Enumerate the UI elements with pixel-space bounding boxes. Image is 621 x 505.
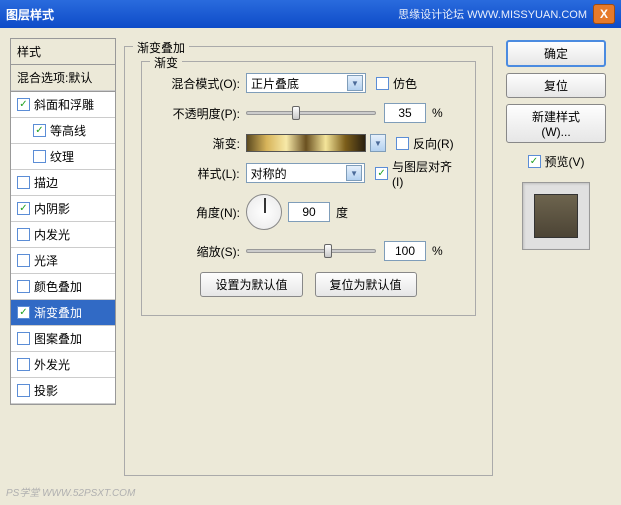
style-checkbox[interactable] — [17, 358, 30, 371]
make-default-button[interactable]: 设置为默认值 — [200, 272, 302, 297]
style-item-label: 渐变叠加 — [34, 304, 82, 321]
style-checkbox[interactable] — [17, 176, 30, 189]
style-item[interactable]: 投影 — [11, 378, 115, 404]
gradient-dropdown-icon[interactable]: ▼ — [370, 134, 386, 152]
style-item[interactable]: 图案叠加 — [11, 326, 115, 352]
blend-options-default[interactable]: 混合选项:默认 — [11, 65, 115, 91]
blend-mode-dropdown[interactable]: 正片叠底 ▼ — [246, 73, 366, 93]
style-checkbox[interactable] — [17, 384, 30, 397]
preview-box — [522, 182, 590, 250]
style-checkbox[interactable] — [33, 150, 46, 163]
styles-header: 样式 — [10, 38, 116, 65]
preview-checkbox[interactable]: ✓ — [528, 155, 541, 168]
style-checkbox[interactable] — [17, 228, 30, 241]
angle-label: 角度(N): — [154, 204, 240, 221]
style-item[interactable]: 纹理 — [11, 144, 115, 170]
style-item-label: 描边 — [34, 174, 58, 191]
sub-title: 渐变 — [150, 54, 182, 71]
style-item-label: 内阴影 — [34, 200, 70, 217]
style-value: 对称的 — [251, 165, 287, 182]
reset-default-button[interactable]: 复位为默认值 — [315, 272, 417, 297]
align-checkbox[interactable]: ✓ — [375, 167, 388, 180]
style-item-label: 外发光 — [34, 356, 70, 373]
close-icon: X — [600, 7, 608, 21]
styles-list: 混合选项:默认 — [10, 65, 116, 92]
scale-slider[interactable] — [246, 249, 376, 253]
title-bar: 图层样式 思缘设计论坛 WWW.MISSYUAN.COM X — [0, 0, 621, 28]
percent-label-2: % — [432, 244, 443, 258]
new-style-button[interactable]: 新建样式(W)... — [506, 104, 606, 143]
gradient-label: 渐变: — [154, 135, 240, 152]
style-item-label: 斜面和浮雕 — [34, 96, 94, 113]
styles-items: ✓ 斜面和浮雕 ✓ 等高线纹理描边 ✓ 内阴影内发光光泽颜色叠加 ✓ 渐变叠加图案叠加外发光投… — [10, 92, 116, 405]
ok-button[interactable]: 确定 — [506, 40, 606, 67]
right-column: 确定 复位 新建样式(W)... ✓ 预览(V) — [501, 38, 611, 476]
chevron-down-icon: ▼ — [347, 75, 363, 91]
style-dropdown[interactable]: 对称的 ▼ — [246, 163, 365, 183]
dither-label: 仿色 — [393, 75, 417, 92]
preview-label: 预览(V) — [545, 153, 585, 170]
style-label: 样式(L): — [154, 165, 240, 182]
blend-mode-label: 混合模式(O): — [154, 75, 240, 92]
preview-swatch — [534, 194, 578, 238]
style-checkbox[interactable]: ✓ — [17, 306, 30, 319]
angle-dial[interactable] — [246, 194, 282, 230]
align-label: 与图层对齐(I) — [392, 158, 463, 189]
window-title: 图层样式 — [6, 6, 398, 23]
style-item[interactable]: ✓ 内阴影 — [11, 196, 115, 222]
gradient-picker[interactable] — [246, 134, 366, 152]
style-item-label: 投影 — [34, 382, 58, 399]
angle-input[interactable] — [288, 202, 330, 222]
dither-checkbox[interactable] — [376, 77, 389, 90]
style-checkbox[interactable]: ✓ — [17, 98, 30, 111]
reverse-checkbox[interactable] — [396, 137, 409, 150]
style-item[interactable]: ✓ 斜面和浮雕 — [11, 92, 115, 118]
reverse-label: 反向(R) — [413, 135, 454, 152]
style-checkbox[interactable]: ✓ — [33, 124, 46, 137]
style-item-label: 图案叠加 — [34, 330, 82, 347]
style-checkbox[interactable] — [17, 332, 30, 345]
style-item-label: 纹理 — [50, 148, 74, 165]
site-label: 思缘设计论坛 WWW.MISSYUAN.COM — [398, 6, 587, 22]
style-item[interactable]: 外发光 — [11, 352, 115, 378]
style-item-label: 内发光 — [34, 226, 70, 243]
close-button[interactable]: X — [593, 4, 615, 24]
style-item[interactable]: 颜色叠加 — [11, 274, 115, 300]
chevron-down-icon: ▼ — [346, 165, 362, 181]
style-item-label: 等高线 — [50, 122, 86, 139]
watermark: PS学堂 WWW.52PSXT.COM — [6, 484, 135, 499]
style-item[interactable]: 内发光 — [11, 222, 115, 248]
opacity-label: 不透明度(P): — [154, 105, 240, 122]
style-item[interactable]: 描边 — [11, 170, 115, 196]
blend-mode-value: 正片叠底 — [251, 75, 299, 92]
degree-label: 度 — [336, 204, 348, 221]
style-item-label: 颜色叠加 — [34, 278, 82, 295]
opacity-slider[interactable] — [246, 111, 376, 115]
style-item[interactable]: ✓ 渐变叠加 — [11, 300, 115, 326]
percent-label: % — [432, 106, 443, 120]
cancel-button[interactable]: 复位 — [506, 73, 606, 98]
settings-panel: 渐变叠加 渐变 混合模式(O): 正片叠底 ▼ 仿色 不透明度(P): — [124, 38, 493, 476]
style-item[interactable]: 光泽 — [11, 248, 115, 274]
styles-column: 样式 混合选项:默认 ✓ 斜面和浮雕 ✓ 等高线纹理描边 ✓ 内阴影内发光光泽颜色叠加 ✓ 渐… — [10, 38, 116, 476]
style-checkbox[interactable] — [17, 254, 30, 267]
style-item-label: 光泽 — [34, 252, 58, 269]
style-checkbox[interactable]: ✓ — [17, 202, 30, 215]
scale-input[interactable] — [384, 241, 426, 261]
style-checkbox[interactable] — [17, 280, 30, 293]
opacity-input[interactable] — [384, 103, 426, 123]
style-item[interactable]: ✓ 等高线 — [11, 118, 115, 144]
scale-label: 缩放(S): — [154, 243, 240, 260]
